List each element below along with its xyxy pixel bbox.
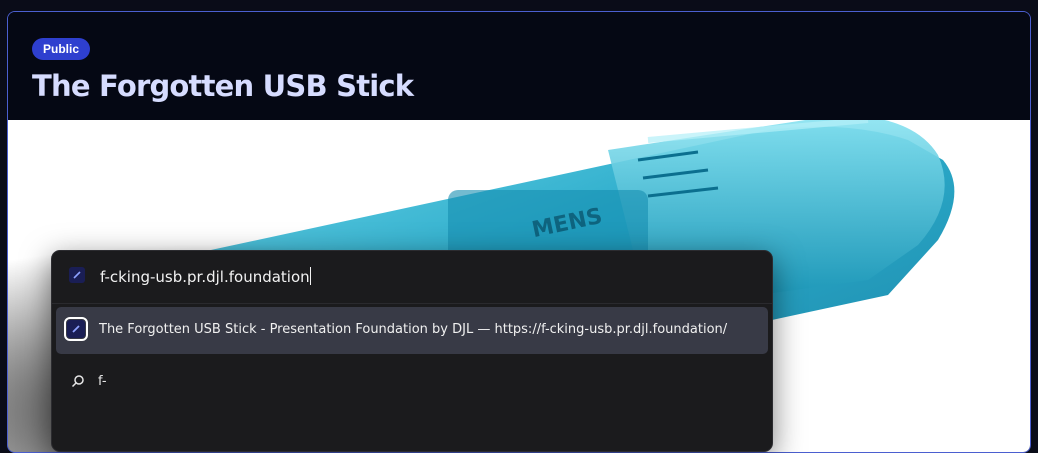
page-title: The Forgotten USB Stick — [32, 69, 414, 103]
query-text: f-cking-usb.pr.djl.foundation — [100, 268, 310, 286]
card-header: Public The Forgotten USB Stick — [8, 12, 1030, 120]
launcher-result-item[interactable]: The Forgotten USB Stick - Presentation F… — [56, 307, 768, 354]
launcher-suggestion-item[interactable]: f- — [52, 363, 772, 403]
suggestion-label: f- — [98, 374, 107, 389]
launcher-search-input[interactable]: f-cking-usb.pr.djl.foundation — [100, 266, 311, 288]
url-launcher-popup: f-cking-usb.pr.djl.foundation The Forgot… — [51, 250, 773, 452]
launcher-search-row[interactable]: f-cking-usb.pr.djl.foundation — [52, 251, 772, 304]
site-favicon-icon — [69, 267, 85, 283]
search-icon — [71, 375, 84, 388]
visibility-badge: Public — [32, 38, 91, 60]
result-label: The Forgotten USB Stick - Presentation F… — [99, 322, 728, 337]
text-caret — [309, 267, 311, 285]
site-favicon-icon — [64, 317, 88, 341]
